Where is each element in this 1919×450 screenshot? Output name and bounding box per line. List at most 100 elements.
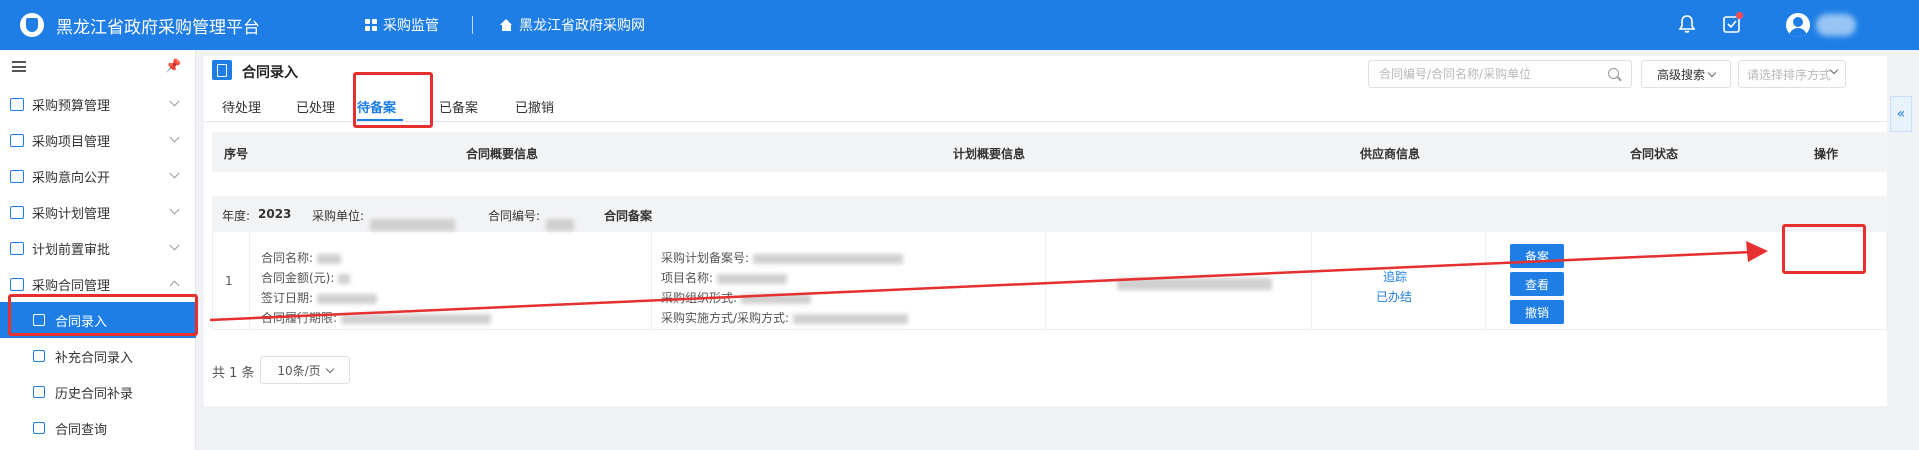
sidebar-item-label: 计划前置审批	[32, 242, 111, 258]
chevron-down-icon	[169, 240, 180, 251]
revoke-button[interactable]: 撤销	[1510, 300, 1564, 324]
file-button[interactable]: 备案	[1510, 244, 1564, 268]
sign-date-label: 签订日期:	[261, 291, 314, 305]
sidebar-item-label: 采购意向公开	[32, 170, 111, 186]
sidebar: 📌 采购预算管理 采购项目管理 采购意向公开 采购计划管理 计划前置审批 采购合…	[0, 50, 196, 450]
page-title: 合同录入	[242, 65, 298, 81]
supplier-redacted	[1117, 276, 1272, 290]
history-icon	[33, 386, 45, 398]
bell-icon[interactable]	[1678, 14, 1696, 34]
sidebar-item-label: 采购合同管理	[32, 278, 111, 294]
sidebar-header: 📌	[0, 50, 196, 82]
menu-icon[interactable]	[12, 61, 26, 72]
year-value: 2023	[258, 207, 292, 221]
active-tab-indicator	[357, 119, 403, 121]
row-index: 1	[225, 274, 233, 288]
nav-procurement-monitor[interactable]: 采购监管	[365, 15, 439, 35]
sidebar-item-intent[interactable]: 采购意向公开	[0, 158, 196, 194]
sidebar-sub-contract-query[interactable]: 合同查询	[0, 410, 196, 446]
col-status: 合同状态	[1630, 147, 1679, 161]
year-label: 年度:	[222, 209, 251, 223]
sidebar-sub-label: 合同录入	[55, 314, 108, 330]
search-input[interactable]	[1368, 60, 1632, 88]
content-panel: 合同录入 高级搜索 请选择排序方式 待处理 已处理 待备案 已备案 已撤销 序号…	[204, 56, 1887, 406]
advanced-search-label: 高级搜索	[1656, 67, 1705, 82]
sidebar-item-contract[interactable]: 采购合同管理	[0, 266, 196, 302]
page-size-select[interactable]: 10条/页	[260, 356, 350, 384]
todo-icon[interactable]	[1722, 12, 1743, 34]
chevron-down-icon	[169, 168, 180, 179]
nav-divider	[472, 16, 473, 34]
contract-amount-label: 合同金额(元):	[261, 271, 335, 285]
sort-placeholder: 请选择排序方式	[1747, 67, 1832, 82]
sort-select[interactable]: 请选择排序方式	[1738, 60, 1846, 88]
chevron-down-icon	[1829, 65, 1839, 75]
checklist-icon	[10, 205, 24, 219]
project-name-label: 项目名称:	[661, 271, 714, 285]
sidebar-sub-contract-entry[interactable]: 合同录入	[0, 302, 196, 338]
sidebar-item-label: 采购预算管理	[32, 98, 111, 114]
unit-label: 采购单位:	[312, 209, 365, 223]
sidebar-item-project[interactable]: 采购项目管理	[0, 122, 196, 158]
grid-icon	[365, 19, 377, 31]
cell-divider	[1045, 232, 1046, 329]
col-contract-summary: 合同概要信息	[466, 147, 539, 161]
col-plan-summary: 计划概要信息	[953, 147, 1026, 161]
supplement-icon	[33, 350, 45, 362]
collapse-panel-icon[interactable]: «	[1890, 96, 1912, 132]
chevron-down-icon	[325, 364, 334, 373]
status-tabs: 待处理 已处理 待备案 已备案 已撤销	[204, 90, 1887, 122]
sidebar-sub-supplement-entry[interactable]: 补充合同录入	[0, 338, 196, 374]
chevron-up-icon	[169, 280, 180, 291]
page-size-label: 10条/页	[277, 363, 321, 378]
tab-revoked[interactable]: 已撤销	[515, 97, 554, 116]
nav-procurement-site[interactable]: 黑龙江省政府采购网	[500, 15, 645, 35]
home-icon	[500, 19, 513, 31]
method-label: 采购实施方式/采购方式:	[661, 311, 790, 325]
nav-monitor-label: 采购监管	[383, 18, 439, 34]
search-icon[interactable]	[1608, 68, 1619, 79]
group-row: 年度: 2023 采购单位: 合同编号: 合同备案	[212, 196, 1887, 232]
contract-summary: 合同名称: 合同金额(元): 签订日期: 合同履行期限:	[261, 248, 491, 328]
avatar[interactable]	[1786, 13, 1810, 37]
status-cell: 追踪	[1383, 268, 1407, 285]
view-button[interactable]: 查看	[1510, 272, 1564, 296]
platform-logo-icon	[20, 13, 44, 37]
main-area: 合同录入 高级搜索 请选择排序方式 待处理 已处理 待备案 已备案 已撤销 序号…	[196, 50, 1919, 450]
sidebar-item-pre-approval[interactable]: 计划前置审批	[0, 230, 196, 266]
chevron-down-icon	[1707, 68, 1717, 77]
sidebar-item-budget[interactable]: 采购预算管理	[0, 86, 196, 122]
notification-dot	[1736, 12, 1743, 19]
sidebar-sub-label: 补充合同录入	[55, 350, 134, 366]
document-icon	[10, 169, 24, 183]
chevron-down-icon	[169, 204, 180, 215]
cell-divider	[249, 232, 250, 329]
app-title: 黑龙江省政府采购管理平台	[56, 18, 260, 38]
stamp-icon	[10, 241, 24, 255]
track-link[interactable]: 追踪	[1383, 268, 1407, 285]
chevron-down-icon	[169, 132, 180, 143]
col-index: 序号	[224, 147, 249, 161]
tab-awaiting-filing[interactable]: 待备案	[357, 97, 396, 116]
tab-filed[interactable]: 已备案	[439, 97, 478, 116]
entry-icon	[33, 314, 45, 326]
tab-pending[interactable]: 待处理	[222, 97, 261, 116]
contract-no-label: 合同编号:	[488, 209, 541, 223]
tab-processed[interactable]: 已处理	[296, 97, 335, 116]
group-status: 合同备案	[604, 209, 653, 223]
sidebar-item-plan[interactable]: 采购计划管理	[0, 194, 196, 230]
username-redacted	[1816, 14, 1856, 36]
top-header: 黑龙江省政府采购管理平台 采购监管 黑龙江省政府采购网	[0, 0, 1919, 50]
sidebar-sub-history-entry[interactable]: 历史合同补录	[0, 374, 196, 410]
cell-divider	[1311, 232, 1312, 329]
chevron-down-icon	[169, 96, 180, 107]
sidebar-item-label: 采购项目管理	[32, 134, 111, 150]
table-row: 1 合同名称: 合同金额(元): 签订日期: 合同履行期限: 采购计划备案号: …	[212, 232, 1887, 330]
col-actions: 操作	[1814, 147, 1839, 161]
advanced-search-button[interactable]: 高级搜索	[1641, 60, 1731, 88]
project-icon	[10, 133, 24, 147]
pin-icon[interactable]: 📌	[165, 59, 181, 74]
org-form-label: 采购组织形式:	[661, 291, 738, 305]
sidebar-sub-label: 合同查询	[55, 422, 108, 438]
contract-name-label: 合同名称:	[261, 251, 314, 265]
